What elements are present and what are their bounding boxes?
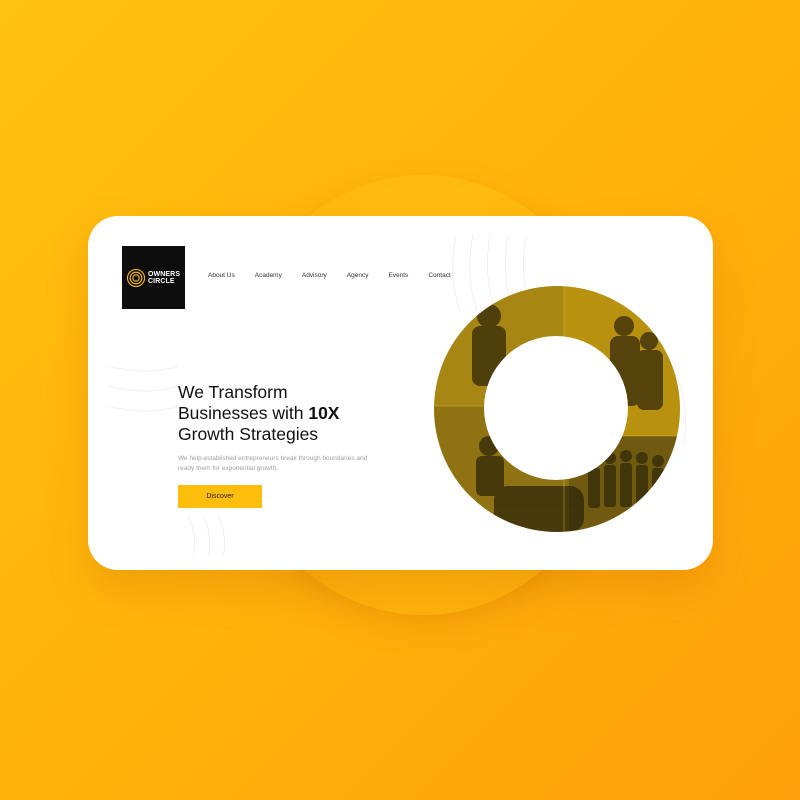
headline-line-1: We Transform <box>178 382 288 402</box>
website-preview-card: OWNERS CIRCLE About Us Academy Advisory … <box>88 216 713 570</box>
headline-emphasis: 10X <box>308 403 340 423</box>
hero-photo-ring <box>434 286 680 532</box>
main-nav: About Us Academy Advisory Agency Events … <box>208 272 471 279</box>
nav-item-advisory[interactable]: Advisory <box>302 272 327 279</box>
discover-button[interactable]: Discover <box>178 485 262 508</box>
headline-line-2: Businesses with 10X <box>178 403 408 424</box>
nav-item-events[interactable]: Events <box>388 272 408 279</box>
logo-line-1: OWNERS <box>148 270 181 278</box>
hero-headline: We Transform Businesses with 10X Growth … <box>178 382 408 445</box>
headline-line-2-prefix: Businesses with <box>178 403 309 423</box>
nav-item-about-us[interactable]: About Us <box>208 272 235 279</box>
nav-item-agency[interactable]: Agency <box>347 272 369 279</box>
owners-circle-logo-icon <box>126 268 146 287</box>
nav-item-contact[interactable]: Contact <box>428 272 450 279</box>
logo-text: OWNERS CIRCLE <box>148 271 180 285</box>
headline-line-3: Growth Strategies <box>178 424 319 444</box>
hero-subtext: We help established entrepreneurs break … <box>178 455 368 472</box>
nav-item-academy[interactable]: Academy <box>255 272 282 279</box>
logo-line-2: CIRCLE <box>148 277 175 285</box>
logo[interactable]: OWNERS CIRCLE <box>122 246 185 309</box>
